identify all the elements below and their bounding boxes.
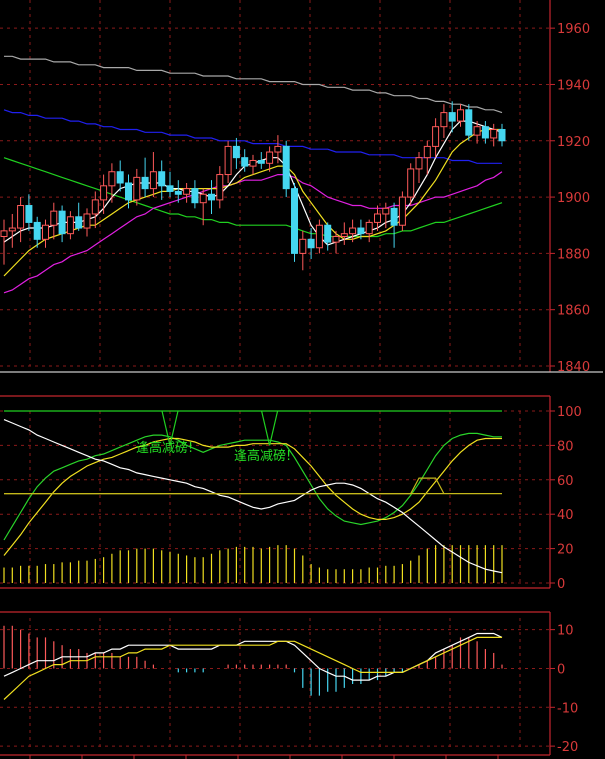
- candle-body: [432, 126, 440, 147]
- candle-body: [407, 168, 415, 198]
- candle-body: [457, 109, 464, 122]
- panel-frames: [0, 0, 603, 756]
- candle-body: [274, 145, 282, 153]
- y-tick-label: 1860: [557, 304, 590, 319]
- y-tick-label: 1840: [557, 360, 590, 375]
- candle-body: [191, 188, 199, 204]
- candle-body: [158, 171, 166, 187]
- y-tick-label: -10: [557, 701, 578, 716]
- y-tick-label: 1900: [557, 191, 590, 206]
- candle-body: [440, 112, 448, 128]
- candle-body: [340, 233, 348, 237]
- candle-body: [241, 157, 249, 167]
- stock-chart: 逢高减磅! 逢高减磅! 1840 1860 1880 1900 1920 1940 1960 0…: [0, 0, 603, 759]
- oscillator-panel: 逢高减磅! 逢高减磅!: [3, 410, 503, 583]
- y-tick-label: 40: [557, 508, 574, 523]
- y-tick-label: 1880: [557, 247, 590, 262]
- candle-body: [324, 224, 332, 243]
- candle-body: [224, 145, 232, 176]
- candle-body: [481, 126, 489, 139]
- candle-body: [91, 199, 99, 215]
- candle-body: [17, 205, 25, 229]
- candle-body: [208, 193, 215, 201]
- y-tick-label: 60: [557, 474, 574, 489]
- candle-body: [332, 235, 340, 243]
- y-tick-label: 1920: [557, 135, 590, 150]
- macd-panel: [3, 625, 503, 700]
- candle-body: [307, 238, 315, 249]
- macd-line: [3, 632, 503, 681]
- candle-body: [100, 185, 108, 201]
- y-tick-label: 1940: [557, 78, 590, 93]
- candle-body: [398, 196, 406, 226]
- candle-body: [282, 145, 290, 190]
- candle-body: [50, 210, 58, 226]
- y-tick-label: -20: [557, 740, 578, 755]
- candle-body: [0, 230, 8, 237]
- y-tick-label: 1960: [557, 22, 590, 37]
- candle-body: [357, 227, 365, 235]
- candle-body: [291, 188, 298, 254]
- candle-body: [423, 145, 431, 159]
- candle-body: [465, 109, 473, 136]
- y-tick-label: 100: [557, 405, 582, 420]
- warning-annotation: 逢高减磅!: [234, 448, 291, 464]
- y-tick-label: 80: [557, 439, 574, 454]
- candle-body: [374, 213, 381, 223]
- candle-body: [473, 126, 481, 136]
- candle-body: [166, 185, 174, 192]
- candle-body: [257, 159, 265, 164]
- y-tick-label: 0: [557, 662, 565, 677]
- candle-body: [349, 227, 357, 235]
- candle-body: [183, 188, 191, 195]
- candle-body: [108, 171, 116, 187]
- candle-body: [133, 176, 141, 201]
- candle-body: [382, 207, 390, 215]
- price-panel: [0, 55, 506, 294]
- candle-body: [33, 221, 41, 240]
- warning-annotation: 逢高减磅!: [136, 440, 193, 456]
- candle-body: [232, 145, 240, 159]
- candle-body: [490, 129, 498, 139]
- y-tick-label: 10: [557, 624, 574, 639]
- candle-body: [141, 176, 149, 190]
- moving-average-line: [3, 171, 503, 294]
- candle-body: [415, 157, 423, 170]
- candle-body: [315, 224, 323, 249]
- candle-body: [365, 221, 373, 235]
- candle-body: [498, 129, 506, 142]
- candle-body: [8, 227, 16, 232]
- candle-body: [216, 174, 224, 201]
- signal-step-line: [4, 477, 445, 495]
- candle-body: [125, 182, 132, 201]
- candle-body: [448, 112, 456, 122]
- candle-body: [66, 216, 74, 235]
- candle-body: [25, 205, 33, 223]
- candle-body: [42, 224, 49, 240]
- y-tick-label: 0: [557, 577, 565, 592]
- candle-body: [83, 213, 91, 229]
- candle-body: [390, 207, 398, 226]
- candle-body: [58, 210, 66, 235]
- candle-body: [199, 193, 207, 204]
- y-tick-label: 20: [557, 543, 574, 558]
- candle-body: [75, 216, 83, 229]
- candle-body: [299, 238, 307, 254]
- candle-body: [249, 159, 257, 167]
- candle-body: [266, 151, 274, 164]
- candle-body: [174, 190, 182, 195]
- candle-body: [149, 171, 157, 190]
- candle-body: [116, 171, 124, 184]
